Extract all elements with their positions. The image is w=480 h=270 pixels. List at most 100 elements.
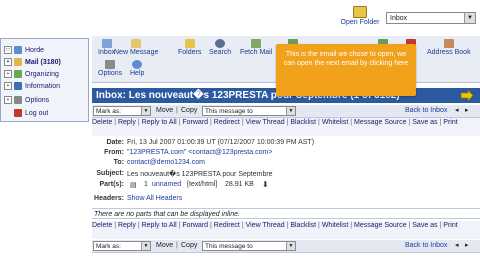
prev-message-icon[interactable]: ◂ <box>455 240 459 252</box>
this-message-to-select[interactable]: This message to ▼ <box>202 241 296 251</box>
redirect-link[interactable]: Redirect <box>214 222 240 229</box>
sidebar-item-label: Mail (3180) <box>25 59 61 66</box>
info-icon <box>14 82 22 91</box>
download-icon[interactable]: ⬇ <box>262 180 269 189</box>
expand-icon[interactable]: □ <box>4 46 12 55</box>
parts-name[interactable]: unnamed <box>152 181 181 188</box>
next-arrow-icon[interactable] <box>460 89 474 102</box>
folder-icon <box>353 6 367 18</box>
folder-select[interactable]: Inbox ▼ <box>386 12 476 24</box>
sidebar-item-organizing[interactable]: + Organizing <box>4 69 59 80</box>
new-message-button[interactable]: New Message <box>114 39 158 56</box>
this-message-to-select[interactable]: This message to ▼ <box>202 106 296 116</box>
folders-icon <box>184 39 195 48</box>
message-headers: Date: Fri, 13 Jul 2007 01:00:39 UT (07/1… <box>92 138 480 208</box>
next-message-icon[interactable]: ▸ <box>465 240 469 252</box>
whitelist-link[interactable]: Whitelist <box>322 119 348 126</box>
parts-size: 28.91 KB <box>225 181 254 188</box>
show-all-headers-link[interactable]: Show All Headers <box>127 195 182 202</box>
mark-as-select[interactable]: Mark as: ▼ <box>93 106 151 116</box>
help-icon <box>132 60 143 69</box>
move-link[interactable]: Move <box>156 240 173 252</box>
redirect-link[interactable]: Redirect <box>214 119 240 126</box>
reply-all-link[interactable]: Reply to All <box>142 222 177 229</box>
inbox-button[interactable]: Inbox <box>98 39 115 56</box>
delete-link[interactable]: Delete <box>92 119 112 126</box>
copy-link[interactable]: Copy <box>181 105 197 117</box>
sidebar-item-label: Information <box>25 83 61 90</box>
options-button[interactable]: Options <box>98 60 122 77</box>
message-source-link[interactable]: Message Source <box>354 119 407 126</box>
expand-icon[interactable]: + <box>4 96 12 105</box>
fetch-mail-label: Fetch Mail <box>240 49 273 56</box>
tutorial-callout: This is the email we chose to open, we c… <box>276 44 416 96</box>
view-thread-link[interactable]: View Thread <box>246 119 285 126</box>
to-label: To: <box>113 159 124 166</box>
blacklist-link[interactable]: Blacklist <box>290 119 316 126</box>
expand-icon[interactable]: + <box>4 82 12 91</box>
sidebar-item-options[interactable]: + Options <box>4 95 49 106</box>
chevron-down-icon: ▼ <box>141 242 150 250</box>
back-to-inbox-link[interactable]: Back to Inbox <box>405 240 447 252</box>
this-message-to-label: This message to <box>205 108 253 115</box>
sidebar-item-information[interactable]: + Information <box>4 81 60 92</box>
headers-label: Headers: <box>94 195 124 202</box>
sidebar-item-label: Options <box>25 97 50 104</box>
fetch-mail-button[interactable]: Fetch Mail <box>240 39 272 56</box>
sidebar-item-logout[interactable]: Log out <box>4 108 48 119</box>
folders-button[interactable]: Folders <box>178 39 201 56</box>
expand-icon[interactable]: + <box>4 70 12 79</box>
forward-link[interactable]: Forward <box>182 222 208 229</box>
copy-link[interactable]: Copy <box>181 240 197 252</box>
date-value: Fri, 13 Jul 2007 01:00:39 UT (07/12/2007… <box>127 139 315 146</box>
message-links-bottom: Delete | Reply | Reply to All | Forward … <box>92 221 480 239</box>
mark-as-label: Mark as: <box>96 108 121 115</box>
sidebar-item-horde[interactable]: □ Horde <box>4 45 44 56</box>
delete-link[interactable]: Delete <box>92 222 112 229</box>
chevron-down-icon: ▼ <box>286 107 295 115</box>
expand-icon[interactable]: + <box>4 58 12 67</box>
sidebar-item-label: Log out <box>25 110 49 117</box>
sidebar-item-mail[interactable]: + Mail (3180) <box>4 57 61 68</box>
move-link[interactable]: Move <box>156 105 173 117</box>
message-actions-bottom: Mark as: ▼ Move | Copy This message to ▼… <box>92 240 480 253</box>
search-button[interactable]: Search <box>209 39 231 56</box>
save-as-link[interactable]: Save as <box>412 222 437 229</box>
back-to-inbox-link[interactable]: Back to Inbox <box>405 105 447 117</box>
print-link[interactable]: Print <box>443 119 457 126</box>
this-message-to-label: This message to <box>205 243 253 250</box>
view-thread-link[interactable]: View Thread <box>246 222 285 229</box>
reply-all-link[interactable]: Reply to All <box>142 119 177 126</box>
inbox-label: Inbox <box>98 49 116 56</box>
forward-link[interactable]: Forward <box>182 119 208 126</box>
print-link[interactable]: Print <box>443 222 457 229</box>
inbox-icon <box>101 39 112 48</box>
open-folder-button[interactable]: Open Folder <box>338 6 382 32</box>
to-value[interactable]: contact@demo1234.com <box>127 159 205 166</box>
mark-as-select[interactable]: Mark as: ▼ <box>93 241 151 251</box>
address-book-button[interactable]: Address Book <box>427 39 471 56</box>
whitelist-link[interactable]: Whitelist <box>322 222 348 229</box>
horde-icon <box>14 46 22 55</box>
address-book-icon <box>443 39 454 48</box>
fetch-mail-icon <box>251 39 262 48</box>
no-parts-message: There are no parts that can be displayed… <box>92 208 480 219</box>
from-value[interactable]: "123PRESTA.com" <contact@123presta.com> <box>127 149 272 156</box>
parts-label: Part(s): <box>99 181 124 188</box>
search-label: Search <box>209 49 232 56</box>
save-as-link[interactable]: Save as <box>412 119 437 126</box>
options-icon <box>105 60 116 69</box>
help-button[interactable]: Help <box>130 60 144 77</box>
mail-icon <box>14 58 22 67</box>
help-label: Help <box>130 70 145 77</box>
blacklist-link[interactable]: Blacklist <box>290 222 316 229</box>
prev-message-icon[interactable]: ◂ <box>455 105 459 117</box>
options-icon <box>14 96 22 105</box>
subject-label: Subject: <box>96 170 124 177</box>
reply-link[interactable]: Reply <box>118 119 136 126</box>
attachment-icon: ▤ <box>130 182 137 189</box>
reply-link[interactable]: Reply <box>118 222 136 229</box>
new-message-label: New Message <box>114 49 159 56</box>
next-message-icon[interactable]: ▸ <box>465 105 469 117</box>
message-source-link[interactable]: Message Source <box>354 222 407 229</box>
